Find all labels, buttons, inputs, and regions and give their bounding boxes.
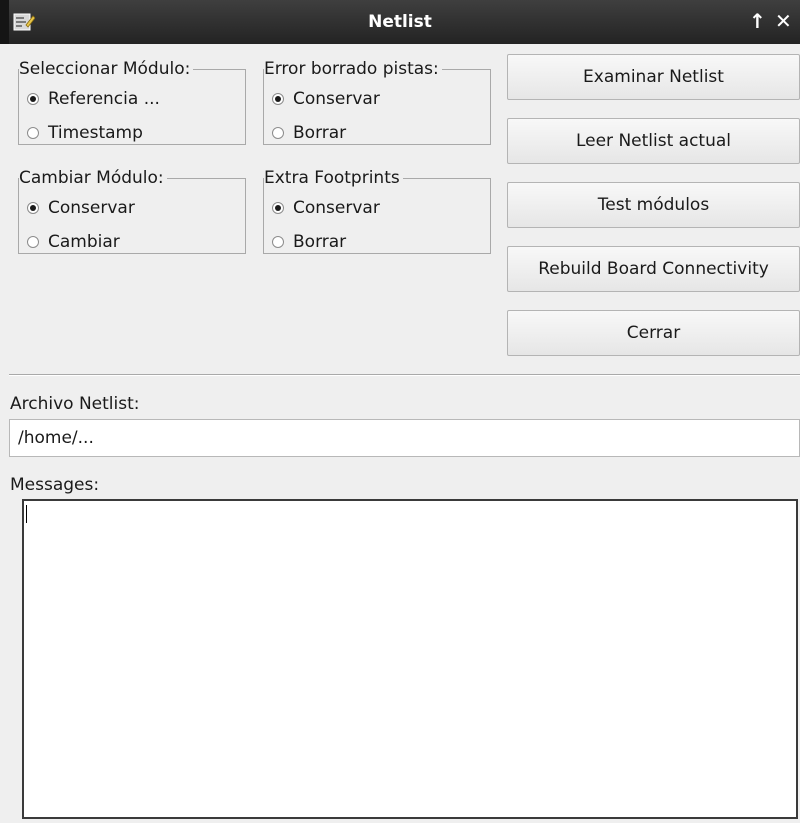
radio-indicator xyxy=(272,236,284,248)
browse-netlist-button[interactable]: Examinar Netlist xyxy=(507,54,800,100)
dialog-content: Seleccionar Módulo: Referencia ... Times… xyxy=(9,44,800,823)
window-title: Netlist xyxy=(368,12,432,32)
text-caret xyxy=(26,505,27,523)
radio-indicator xyxy=(27,236,39,248)
radio-indicator-selected xyxy=(27,93,39,105)
close-button[interactable]: Cerrar xyxy=(507,310,800,356)
radio-footprints-keep[interactable]: Conservar xyxy=(272,197,380,219)
maximize-button[interactable]: ↑ xyxy=(749,9,766,33)
radio-module-keep[interactable]: Conservar xyxy=(27,197,135,219)
close-window-button[interactable]: ✕ xyxy=(775,9,792,33)
select-module-legend: Seleccionar Módulo: xyxy=(19,59,191,79)
radio-indicator xyxy=(272,127,284,139)
radio-referencia[interactable]: Referencia ... xyxy=(27,88,160,110)
error-delete-tracks-legend: Error borrado pistas: xyxy=(264,59,439,79)
read-netlist-button[interactable]: Leer Netlist actual xyxy=(507,118,800,164)
extra-footprints-group: Extra Footprints Conservar Borrar xyxy=(263,170,491,254)
section-divider xyxy=(9,374,800,376)
select-module-group: Seleccionar Módulo: Referencia ... Times… xyxy=(18,61,246,145)
change-module-legend: Cambiar Módulo: xyxy=(19,168,164,188)
radio-footprints-delete-label: Borrar xyxy=(293,232,347,252)
radio-indicator-selected xyxy=(272,202,284,214)
radio-indicator xyxy=(27,127,39,139)
title-bar[interactable]: Netlist ↑ ✕ xyxy=(0,0,800,44)
radio-tracks-keep-label: Conservar xyxy=(293,89,380,109)
test-modules-button[interactable]: Test módulos xyxy=(507,182,800,228)
radio-timestamp[interactable]: Timestamp xyxy=(27,122,143,144)
radio-module-keep-label: Conservar xyxy=(48,198,135,218)
messages-textarea[interactable] xyxy=(22,499,798,819)
messages-label: Messages: xyxy=(10,475,100,495)
extra-footprints-legend: Extra Footprints xyxy=(264,168,400,188)
netlist-file-input[interactable]: /home/... xyxy=(9,419,800,457)
radio-module-change[interactable]: Cambiar xyxy=(27,231,120,253)
radio-module-change-label: Cambiar xyxy=(48,232,120,252)
change-module-group: Cambiar Módulo: Conservar Cambiar xyxy=(18,170,246,254)
radio-footprints-keep-label: Conservar xyxy=(293,198,380,218)
radio-referencia-label: Referencia ... xyxy=(48,89,160,109)
radio-tracks-delete-label: Borrar xyxy=(293,123,347,143)
error-delete-tracks-group: Error borrado pistas: Conservar Borrar xyxy=(263,61,491,145)
rebuild-connectivity-button[interactable]: Rebuild Board Connectivity xyxy=(507,246,800,292)
netlist-file-label: Archivo Netlist: xyxy=(10,394,140,414)
radio-indicator-selected xyxy=(272,93,284,105)
radio-tracks-delete[interactable]: Borrar xyxy=(272,122,346,144)
radio-footprints-delete[interactable]: Borrar xyxy=(272,231,346,253)
radio-indicator-selected xyxy=(27,202,39,214)
radio-timestamp-label: Timestamp xyxy=(48,123,143,143)
radio-tracks-keep[interactable]: Conservar xyxy=(272,88,380,110)
